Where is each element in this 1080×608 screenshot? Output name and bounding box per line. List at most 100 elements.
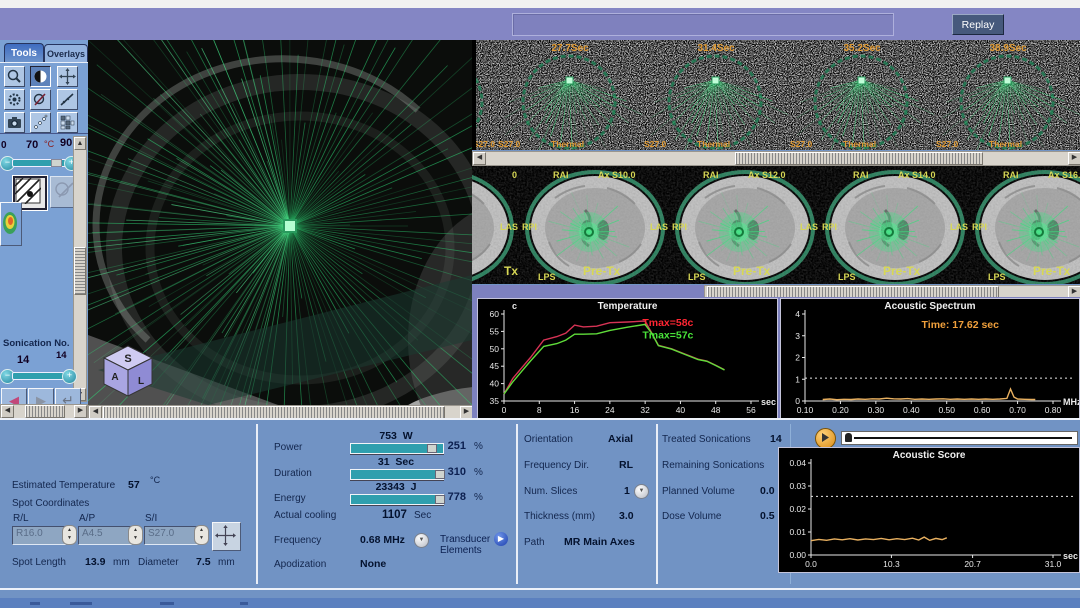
si-field[interactable]: S27.0 — [144, 526, 198, 545]
mri-image-3[interactable]: RAIAx S14.0RPILASLPSPre-Tx — [820, 166, 971, 284]
svg-text:c: c — [512, 301, 517, 311]
svg-text:10.3: 10.3 — [883, 559, 900, 569]
tab-overlays[interactable]: Overlays — [44, 44, 88, 63]
frequency-dir-value: RL — [619, 459, 633, 471]
thermal-timestamp: 27.7Sec — [551, 43, 588, 54]
thermal-row-hscrollbar[interactable]: ◀ ▶ — [472, 151, 1080, 166]
mri-slice-position-label: Ax S16.0 — [1048, 170, 1080, 180]
points-icon[interactable] — [30, 112, 51, 133]
svg-text:60: 60 — [490, 309, 500, 319]
si-label: S/I — [145, 513, 157, 524]
left-panel-hscrollbar[interactable]: ◀ ▶ — [0, 404, 88, 419]
geometry-section: Orientation Axial Frequency Dir. RL Num.… — [524, 418, 652, 588]
dose-volume-label: Dose Volume — [662, 511, 721, 522]
sonication-plus-button[interactable]: + — [62, 369, 77, 384]
measure-icon[interactable] — [57, 89, 78, 110]
left-tool-panel: Tools Overlays 0 70 °C 90 − + — [0, 40, 90, 418]
mri-lps-label: LPS — [838, 272, 856, 282]
svg-text:40: 40 — [490, 379, 500, 389]
timeline-thumb[interactable] — [845, 433, 852, 442]
temp-scale-mid: 70 — [26, 139, 38, 151]
num-slices-value: 1 — [624, 485, 630, 497]
tab-tools[interactable]: Tools — [4, 43, 44, 63]
play-button[interactable] — [815, 428, 836, 449]
thermal-series-label: Thermal — [843, 139, 876, 149]
ap-field[interactable]: A4.5 — [78, 526, 132, 545]
mri-image-2[interactable]: RAIAx S12.0RPILASLPSPre-Tx — [670, 166, 821, 284]
ap-stepper[interactable]: ▲▼ — [128, 525, 143, 545]
viewer-3d[interactable]: SAL — [88, 40, 472, 405]
svg-text:45: 45 — [490, 361, 500, 371]
mri-left-label: RPI — [972, 222, 987, 232]
replay-button[interactable]: Replay — [952, 14, 1004, 35]
rl-stepper[interactable]: ▲▼ — [62, 525, 77, 545]
inspect-icon[interactable] — [30, 89, 51, 110]
thermal-slice-label: S27.0 — [936, 139, 958, 149]
treated-sonications-value: 14 — [770, 433, 782, 445]
power-percent: 251 — [430, 440, 466, 452]
thermal-series-label: Thermal — [551, 139, 584, 149]
mri-image-1[interactable]: RAIAx S10.0RPILASLPSPre-Tx — [520, 166, 671, 284]
mri-slice-position-label: Ax S12.0 — [748, 170, 786, 180]
mri-orientation-label: RAI — [553, 170, 569, 180]
si-stepper[interactable]: ▲▼ — [194, 525, 209, 545]
duration-value: 31 Sec — [354, 456, 438, 468]
mri-image-4[interactable]: RAIAx S16.0RPILASLPSPre-Tx — [970, 166, 1080, 284]
left-panel-vscrollbar[interactable]: ▲ ▼ — [73, 136, 87, 402]
frequency-value: 0.68 MHz — [360, 534, 405, 546]
toolbar — [4, 66, 88, 135]
thermal-image-4[interactable]: 38.9SecThermalS27.0 — [934, 40, 1080, 150]
zoom-icon[interactable] — [4, 66, 25, 87]
frequency-dropdown[interactable]: ▼ — [414, 533, 429, 548]
treated-sonications-label: Treated Sonications — [662, 434, 751, 445]
pan-icon[interactable] — [57, 66, 78, 87]
thermal-image-0[interactable]: S27.0 — [476, 40, 497, 150]
mri-lps-label: LPS — [688, 272, 706, 282]
temp-slider[interactable] — [12, 159, 66, 167]
rl-label: R/L — [13, 513, 29, 524]
orientation-label: Orientation — [524, 434, 573, 445]
mri-orientation-label: RAI — [703, 170, 719, 180]
svg-text:0.0: 0.0 — [805, 559, 817, 569]
contrast-icon[interactable] — [30, 66, 51, 87]
move-spot-button[interactable] — [212, 522, 241, 551]
svg-text:0.60: 0.60 — [974, 405, 991, 415]
thermal-image-3[interactable]: 35.2SecThermalS27.0 — [788, 40, 935, 150]
sonication-slider[interactable] — [12, 372, 64, 380]
duration-label: Duration — [274, 468, 312, 479]
thermal-image-2[interactable]: 31.4SecThermalS27.0 — [642, 40, 789, 150]
mri-lps-label: LPS — [988, 272, 1006, 282]
sonication-value: 14 — [17, 354, 29, 366]
temp-scale-max: 90 — [60, 137, 72, 149]
spot-coordinates-label: Spot Coordinates — [12, 498, 89, 509]
estimated-temperature-unit: °C — [150, 475, 160, 485]
spot-length-label: Spot Length — [12, 557, 66, 568]
ap-label: A/P — [79, 513, 95, 524]
settings-icon[interactable] — [4, 89, 25, 110]
temp-scale-min: 0 — [1, 140, 7, 151]
rl-field[interactable]: R16.0 — [12, 526, 66, 545]
thickness-value: 3.0 — [619, 510, 634, 522]
grid-icon[interactable] — [57, 112, 78, 133]
mri-right-label: LAS — [800, 222, 818, 232]
spot-section: Estimated Temperature 57 °C Spot Coordin… — [0, 418, 256, 588]
thermal-image-1[interactable]: 27.7Sec Thermal S27.0 — [496, 40, 643, 150]
sonication-max: 14 — [56, 350, 67, 361]
actual-cooling-label: Actual cooling — [274, 510, 336, 521]
duration-percent: 310 — [430, 466, 466, 478]
svg-text:A: A — [111, 372, 118, 383]
num-slices-dropdown[interactable]: ▼ — [634, 484, 649, 499]
svg-text:L: L — [138, 376, 144, 387]
thermal-slice-label: S27.0 — [498, 139, 520, 149]
thermal-spot-button[interactable] — [0, 202, 22, 246]
diameter-label: Diameter — [138, 557, 179, 568]
camera-icon[interactable] — [4, 112, 25, 133]
svg-text:0.80: 0.80 — [1045, 405, 1062, 415]
spectrum-chart: 012340.100.200.300.400.500.600.700.80Aco… — [780, 298, 1080, 419]
mri-pretx-label: Tx — [504, 264, 518, 278]
transducer-elements-button[interactable]: ▶ — [494, 532, 508, 546]
thermal-series-label: Thermal — [697, 139, 730, 149]
mri-slice-position-label: 0 — [512, 170, 517, 180]
playback-timeline[interactable] — [841, 431, 1078, 445]
mri-image-0[interactable]: 0LASTx — [472, 166, 521, 284]
